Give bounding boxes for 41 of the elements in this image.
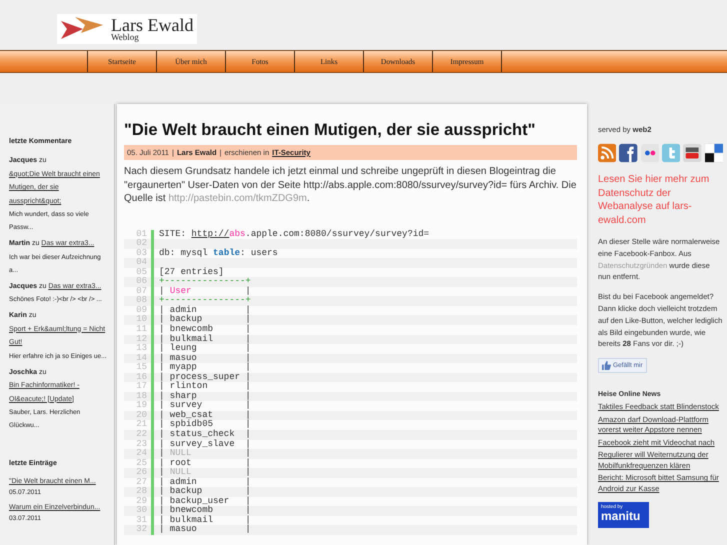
host-name: manitu [601, 510, 642, 524]
code-line: | backup | [158, 315, 251, 324]
code-line: | NULL | [158, 449, 251, 458]
code-line: | leung | [158, 344, 251, 354]
rss-icon[interactable] [598, 143, 616, 163]
code-line: | survey | [158, 401, 251, 410]
code-line: | spbidb05 | [158, 420, 251, 430]
site-subtitle: Weblog [111, 33, 140, 42]
code-line: | NULL | [158, 468, 251, 478]
code-line: | process_super | [158, 372, 251, 382]
flickr-icon[interactable] [640, 143, 659, 163]
code-line: | User | [158, 286, 251, 296]
code-line: | web_csat | [158, 410, 251, 420]
logo-card[interactable]: Lars Ewald Weblog [57, 14, 197, 44]
code-line: +---------------+ [158, 296, 251, 306]
thumbs-up-icon [602, 361, 611, 370]
code-line: | backup_user | [158, 496, 251, 506]
code-line: | myapp | [158, 363, 251, 372]
squares-icon[interactable] [704, 143, 723, 163]
code-line: | bnewcomb | [158, 506, 251, 516]
code-line: | bulkmail | [158, 516, 251, 525]
code-line: [27 entries] [158, 268, 224, 278]
code-line: | masuo | [158, 525, 251, 535]
site-title: Lars Ewald [111, 16, 194, 34]
post-title[interactable]: "Die Welt braucht einen Mutigen, der sie ausspricht" [124, 121, 577, 140]
facebook-icon[interactable] [619, 143, 638, 163]
code-line: | rlinton | [158, 382, 251, 392]
code-line: SITE: http://abs.apple.com:8080/ssurvey/survey?id= [158, 230, 430, 240]
code-line: | bnewcomb | [158, 324, 251, 334]
code-line: | status_check | [158, 430, 251, 440]
code-line: | backup | [158, 487, 251, 496]
code-line: | sharp | [158, 392, 251, 401]
code-line: | survey_slave | [158, 440, 251, 449]
code-line: | root | [158, 458, 251, 468]
code-line: +---------------+ [158, 277, 251, 286]
code-line: db: mysql table: users [158, 248, 278, 258]
post-paragraph: Nach diesem Grundsatz handele ich jetzt einmal und schreibe ungeprüft in diesen Blogeintrag die "ergaunerten" User-Daten von der Seite http://abs.apple.com:8080/ssurvey/survey?id= fürs Archiv. Die Quelle ist http://pastebin.com/tkmZDG9m. [124, 165, 577, 206]
code-line: | admin | [158, 306, 251, 315]
code-line: | admin | [158, 478, 251, 487]
code-line: | bulkmail | [158, 334, 251, 344]
code-line: | masuo | [158, 354, 251, 363]
